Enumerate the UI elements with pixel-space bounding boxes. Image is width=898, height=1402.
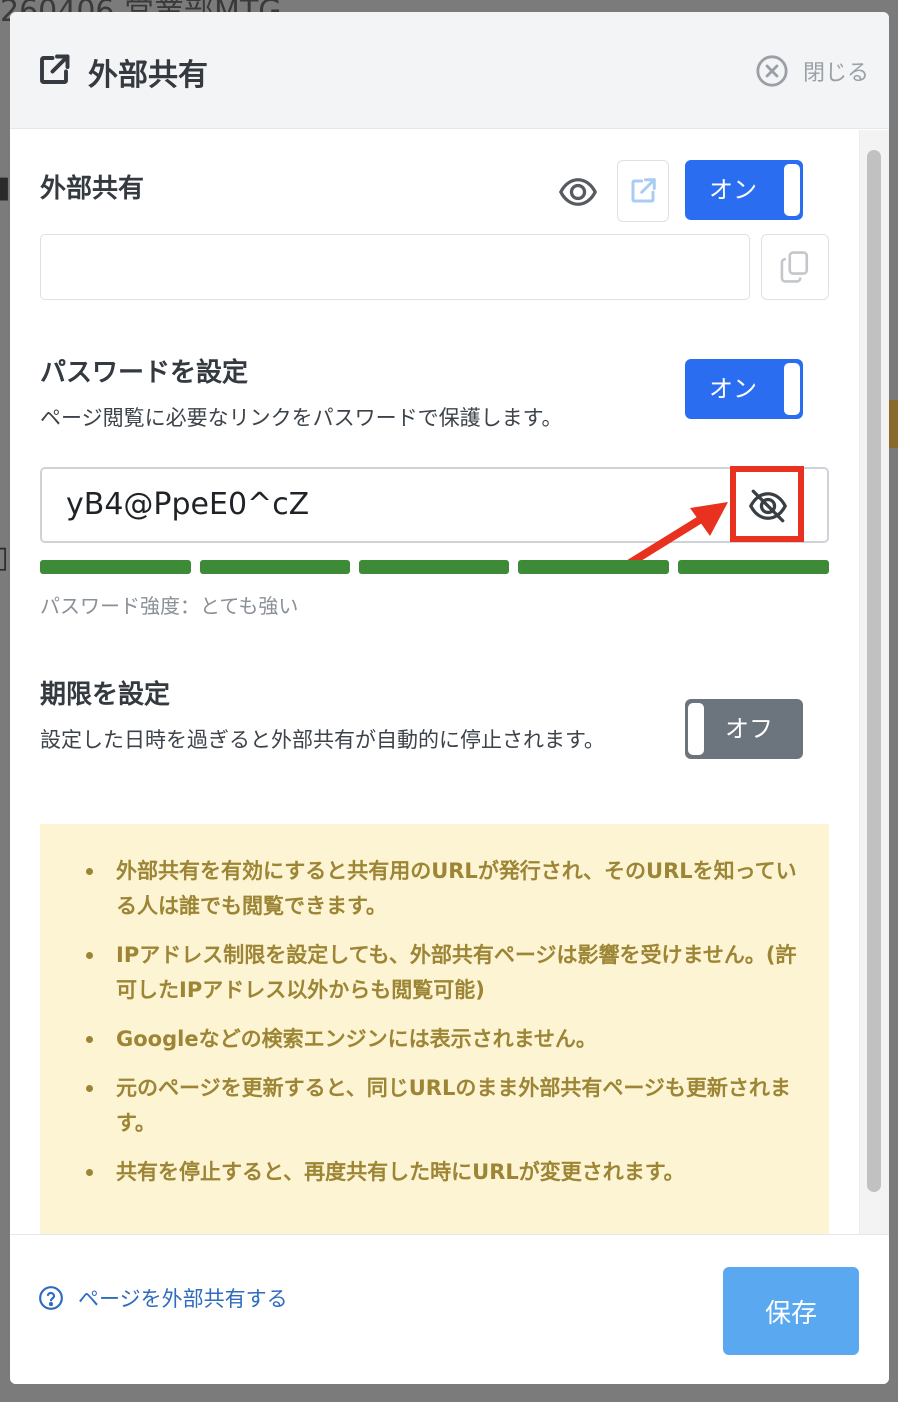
question-circle-icon xyxy=(39,1286,63,1310)
external-link-icon xyxy=(40,54,70,84)
eye-slash-icon[interactable] xyxy=(748,488,788,524)
toggle-knob xyxy=(784,164,800,216)
strength-segment xyxy=(40,560,191,574)
help-link[interactable]: ページを外部共有する xyxy=(38,1283,288,1313)
external-link-icon xyxy=(631,178,656,203)
external-share-toggle[interactable]: オン xyxy=(685,160,803,220)
close-label: 閉じる xyxy=(802,61,869,86)
toggle-knob xyxy=(688,703,704,755)
password-value: yB4@PpeE0^cZ xyxy=(66,487,310,522)
background-fragment: ▮ xyxy=(0,170,11,205)
close-circle-icon xyxy=(756,55,788,87)
copy-icon xyxy=(780,251,809,283)
eye-icon[interactable] xyxy=(558,174,598,210)
share-url-field[interactable] xyxy=(40,234,750,300)
password-description: ページ閲覧に必要なリンクをパスワードで保護します。 xyxy=(40,406,563,430)
strength-segment xyxy=(518,560,669,574)
strength-segment xyxy=(678,560,829,574)
save-button[interactable]: 保存 xyxy=(723,1267,859,1355)
password-title: パスワードを設定 xyxy=(40,358,249,388)
expiry-toggle[interactable]: オフ xyxy=(685,699,803,759)
modal-title: 外部共有 xyxy=(88,58,208,93)
notice-item: 共有を停止すると、再度共有した時にURLが変更されます。 xyxy=(86,1155,799,1190)
external-share-title: 外部共有 xyxy=(40,174,145,204)
password-strength-label: パスワード強度：とても強い xyxy=(40,594,299,618)
notice-box: 外部共有を有効にすると共有用のURLが発行され、そのURLを知っている人は誰でも… xyxy=(40,824,829,1264)
notice-item: Googleなどの検索エンジンには表示されません。 xyxy=(86,1022,799,1057)
close-button[interactable]: 閉じる xyxy=(755,54,869,88)
strength-segment xyxy=(200,560,350,574)
notice-list: 外部共有を有効にすると共有用のURLが発行され、そのURLを知っている人は誰でも… xyxy=(40,824,829,1190)
toggle-label: オン xyxy=(709,176,757,204)
toggle-label: オン xyxy=(709,375,757,403)
notice-item: 外部共有を有効にすると共有用のURLが発行され、そのURLを知っている人は誰でも… xyxy=(86,854,799,924)
background-fragment: ▯ xyxy=(0,540,9,575)
scrollbar-thumb[interactable] xyxy=(867,150,881,1192)
notice-item: IPアドレス制限を設定しても、外部共有ページは影響を受けません。(許可したIPア… xyxy=(86,938,799,1008)
background-chip xyxy=(888,400,898,448)
toggle-knob xyxy=(784,363,800,415)
open-share-page-button[interactable] xyxy=(617,160,669,222)
modal-header: 外部共有 閉じる xyxy=(10,12,889,129)
external-share-modal: 外部共有 閉じる 外部共有 オン パスワードを設定 ページ閲覧に必要なリンクをパ… xyxy=(10,12,889,1384)
copy-url-button[interactable] xyxy=(761,234,829,300)
password-toggle[interactable]: オン xyxy=(685,359,803,419)
strength-segment xyxy=(359,560,509,574)
expiry-description: 設定した日時を過ぎると外部共有が自動的に停止されます。 xyxy=(40,728,605,752)
expiry-title: 期限を設定 xyxy=(40,680,171,710)
modal-footer: ページを外部共有する 保存 xyxy=(10,1234,889,1384)
toggle-label: オフ xyxy=(725,715,773,743)
notice-item: 元のページを更新すると、同じURLのまま外部共有ページも更新されます。 xyxy=(86,1071,799,1141)
help-link-label: ページを外部共有する xyxy=(78,1287,288,1311)
